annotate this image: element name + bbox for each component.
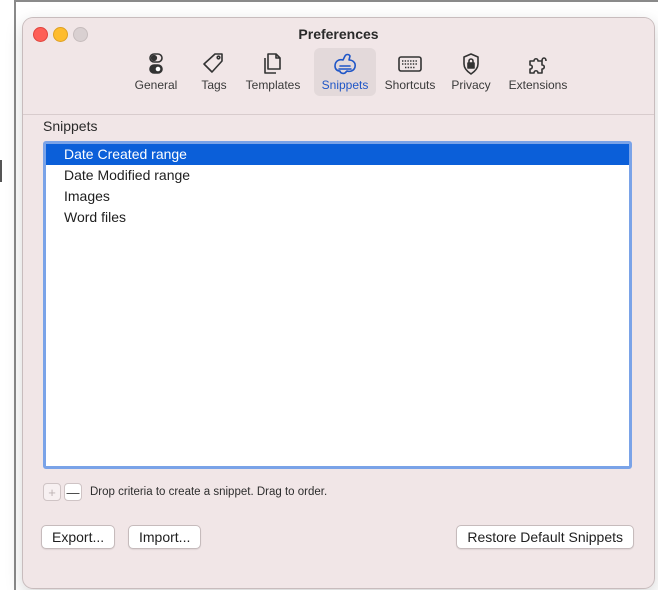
tab-label: Snippets [321,78,369,92]
list-item[interactable]: Word files [46,207,629,228]
lock-shield-icon [463,53,479,75]
keyboard-icon [398,56,422,72]
restore-default-snippets-button[interactable]: Restore Default Snippets [456,525,634,549]
puzzle-rabbit-icon [334,53,356,75]
tab-extensions[interactable]: Extensions [503,48,573,96]
window-title: Preferences [298,26,379,42]
preferences-window: Preferences General Tags Templates Snipp… [23,18,654,588]
add-remove-bar: + — Drop criteria to create a snippet. D… [43,482,327,502]
snippets-list[interactable]: Date Created range Date Modified range I… [43,141,632,469]
tag-icon [203,53,223,73]
import-button[interactable]: Import... [128,525,202,549]
add-snippet-button[interactable]: + [43,483,61,501]
tab-tags[interactable]: Tags [195,48,233,96]
remove-snippet-button[interactable]: — [64,483,82,501]
tab-label: Templates [245,78,301,92]
export-button[interactable]: Export... [41,525,116,549]
tab-label: Shortcuts [384,78,436,92]
preferences-toolbar: General Tags Templates Snippets Shortcut… [23,48,654,104]
list-item[interactable]: Images [46,186,629,207]
background-marker [0,160,2,182]
background-window-edge [14,0,658,12]
snippets-section-label: Snippets [43,118,98,134]
puzzle-icon [529,57,547,74]
tab-shortcuts[interactable]: Shortcuts [379,48,441,96]
toggle-switches-icon [149,53,163,74]
list-item-selected[interactable]: Date Created range [46,144,629,165]
tab-label: Privacy [451,78,491,92]
background-window-border [14,0,16,590]
documents-icon [264,53,281,74]
tab-general[interactable]: General [131,48,181,96]
tab-label: Extensions [508,78,568,92]
tab-snippets[interactable]: Snippets [314,48,376,96]
tab-label: General [134,78,178,92]
title-bar: Preferences General Tags Templates Snipp… [23,18,654,115]
tab-privacy[interactable]: Privacy [447,48,495,96]
tab-templates[interactable]: Templates [235,48,311,96]
list-item[interactable]: Date Modified range [46,165,629,186]
snippets-hint-text: Drop criteria to create a snippet. Drag … [90,486,328,498]
tab-label: Tags [201,78,227,92]
